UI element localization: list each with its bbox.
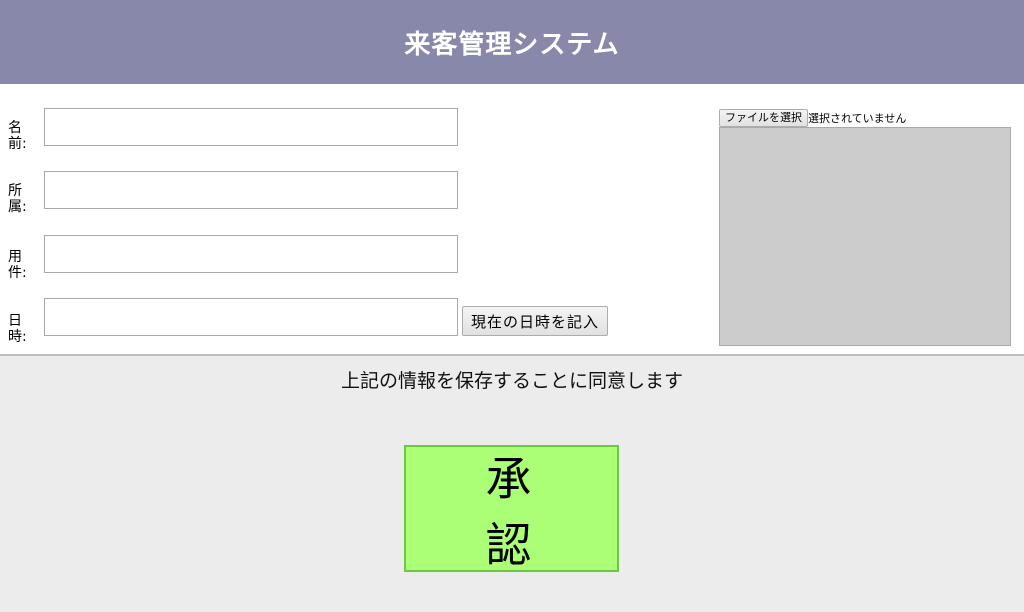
app-header: 来客管理システム: [0, 0, 1024, 84]
choose-file-button[interactable]: ファイルを選択: [719, 109, 808, 127]
affiliation-label: 所属:: [8, 183, 27, 215]
consent-section: 上記の情報を保存することに同意します 承認: [0, 356, 1024, 612]
datetime-input[interactable]: [44, 298, 458, 336]
approve-button[interactable]: 承認: [404, 445, 619, 572]
name-input[interactable]: [44, 108, 458, 146]
visitor-form: 名前: 所属: 用件: 日時: 現在の日時を記入 ファイルを選択 選択されていま…: [0, 84, 1024, 355]
consent-text: 上記の情報を保存することに同意します: [340, 370, 683, 392]
app-title: 来客管理システム: [404, 29, 620, 60]
file-status-text: 選択されていません: [808, 112, 907, 125]
fill-current-datetime-button[interactable]: 現在の日時を記入: [462, 306, 608, 336]
purpose-label: 用件:: [8, 249, 27, 281]
datetime-label: 日時:: [8, 313, 27, 345]
affiliation-input[interactable]: [44, 171, 458, 209]
photo-preview: [719, 127, 1011, 346]
name-label: 名前:: [8, 120, 27, 152]
purpose-input[interactable]: [44, 235, 458, 273]
